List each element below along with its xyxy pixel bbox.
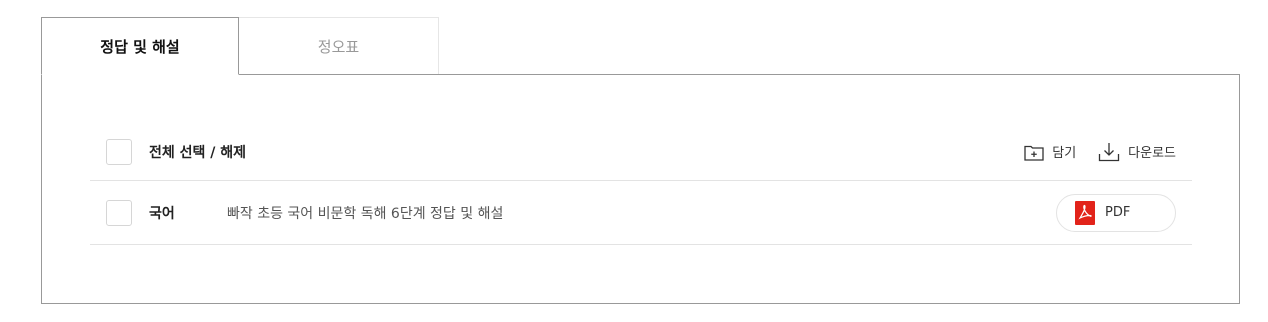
select-all-label[interactable]: 전체 선택 / 해제 — [149, 142, 246, 162]
save-button[interactable]: 담기 — [1024, 142, 1076, 161]
download-button[interactable]: 다운로드 — [1098, 142, 1176, 162]
tab-errata[interactable]: 정오표 — [239, 17, 439, 74]
download-label: 다운로드 — [1128, 146, 1176, 161]
tab-bar: 정답 및 해설 정오표 — [41, 17, 439, 75]
download-icon — [1099, 142, 1120, 161]
tab-answers-explanations[interactable]: 정답 및 해설 — [41, 17, 239, 75]
item-title: 빠작 초등 국어 비문학 독해 6단계 정답 및 해설 — [227, 205, 504, 222]
pdf-icon — [1075, 200, 1095, 225]
item-subject: 국어 — [149, 205, 175, 222]
list-actions: 담기 다운로드 — [1024, 142, 1176, 162]
pdf-label: PDF — [1105, 205, 1131, 220]
tab-panel: 전체 선택 / 해제 담기 다운로드 국어 빠작 초등 국어 비문학 독해 6단… — [41, 74, 1240, 304]
list-header: 전체 선택 / 해제 담기 다운로드 — [90, 123, 1192, 181]
folder-plus-icon — [1024, 145, 1044, 161]
list-item: 국어 빠작 초등 국어 비문학 독해 6단계 정답 및 해설 PDF — [90, 181, 1192, 245]
save-label: 담기 — [1052, 146, 1077, 161]
pdf-download-button[interactable]: PDF — [1056, 193, 1176, 232]
item-checkbox[interactable] — [106, 199, 132, 226]
select-all-checkbox[interactable] — [106, 138, 132, 165]
